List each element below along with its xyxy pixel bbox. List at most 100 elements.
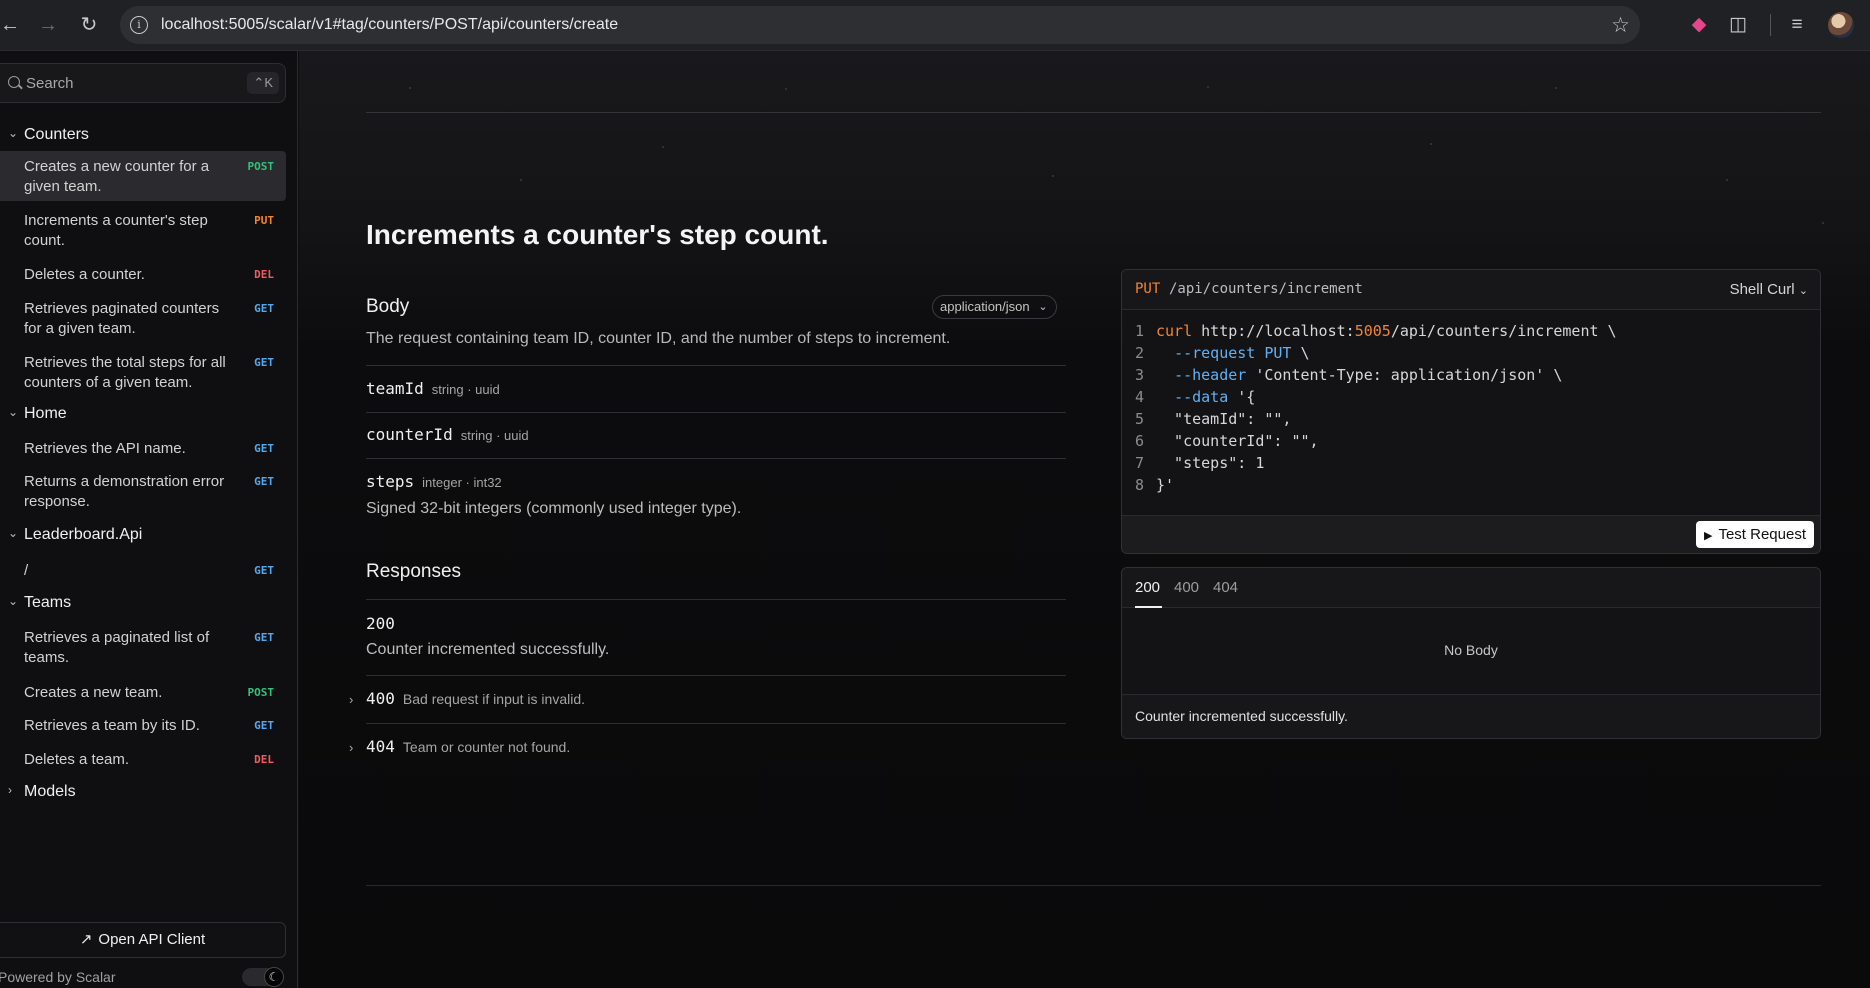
code-block[interactable]: 1 curl http://localhost:5005/api/counters… [1122,320,1820,496]
sidebar-item-label: Deletes a team. [24,751,130,768]
chevron-down-icon: ⌄ [8,526,19,540]
sidebar-item-total-steps[interactable]: Retrieves the total steps for all counte… [0,347,286,397]
divider [366,412,1066,413]
sidebar-item-increment-counter[interactable]: Increments a counter's step count. PUT [0,205,286,255]
code-text: }' [1156,474,1174,496]
url-text[interactable]: localhost:5005/scalar/v1#tag/counters/PO… [161,16,618,34]
method-badge: GET [254,442,274,455]
extensions-puzzle-icon[interactable]: ◫ [1725,12,1751,38]
sidebar-item-label: Retrieves the API name. [24,440,186,457]
param-type: string · uuid [431,382,500,397]
response-footer-text: Counter incremented successfully. [1135,708,1348,724]
sidebar-item-team-by-id[interactable]: Retrieves a team by its ID. GET [0,710,286,742]
reload-icon[interactable]: ↻ [77,13,101,37]
request-card-header: PUT /api/counters/increment Shell Curl ⌄ [1122,270,1820,310]
sidebar-item-create-team[interactable]: Creates a new team. POST [0,677,286,709]
tab-200[interactable]: 200 [1135,579,1160,596]
test-request-button[interactable]: ▶ Test Request [1695,521,1814,548]
divider [366,723,1066,724]
code-token: PUT [1264,344,1292,362]
body-description: The request containing team ID, counter … [366,330,951,347]
decorative-dot [1052,175,1054,177]
method-badge: GET [254,475,274,488]
divider [366,599,1066,600]
search-shortcut-badge: ⌃K [247,72,279,94]
sidebar-item-delete-team[interactable]: Deletes a team. DEL [0,744,286,776]
search-input[interactable]: Search ⌃K [0,63,286,103]
main-content: Increments a counter's step count. Body … [299,51,1870,988]
active-tab-indicator [1135,606,1162,608]
browser-toolbar: ← → ↻ i localhost:5005/scalar/v1#tag/cou… [0,0,1870,51]
code-text: "teamId": "", [1156,408,1291,430]
sidebar-item-root[interactable]: / GET [0,555,286,587]
chevron-down-icon: ⌄ [1038,301,1048,313]
code-text: "steps": 1 [1156,452,1264,474]
response-tabs: 200 400 404 [1122,568,1820,608]
response-code: 404 [366,737,395,756]
code-token: http://localhost: [1192,322,1355,340]
back-arrow-icon[interactable]: ← [0,13,22,37]
sidebar-item-api-name[interactable]: Retrieves the API name. GET [0,433,286,465]
section-divider [366,885,1821,886]
method-badge: GET [254,564,274,577]
tab-400[interactable]: 400 [1174,579,1199,596]
param-row: steps integer · int32 [366,472,502,492]
code-text: "counterId": "", [1156,430,1319,452]
media-queue-icon[interactable]: ≡ [1784,12,1810,38]
sidebar-item-label: Returns a demonstration error response. [24,473,225,510]
code-text: --data '{ [1156,386,1255,408]
sidebar-item-list-teams[interactable]: Retrieves a paginated list of teams. GET [0,622,286,672]
moon-icon: ☾ [264,967,284,987]
line-number: 1 [1135,322,1145,340]
sidebar-item-create-counter[interactable]: Creates a new counter for a given team. … [0,151,286,201]
language-select[interactable]: Shell Curl ⌄ [1730,281,1808,298]
decorative-dot [1555,87,1557,89]
sidebar-item-demo-error[interactable]: Returns a demonstration error response. … [0,466,286,516]
param-description: Signed 32-bit integers (commonly used in… [366,500,742,517]
response-row-400[interactable]: › 400 Bad request if input is invalid. [349,689,585,709]
divider [366,675,1066,676]
sidebar-group-models[interactable]: › Models [0,778,286,806]
param-type: integer · int32 [422,475,502,490]
open-api-client-button[interactable]: ↗ Open API Client [0,922,286,958]
code-text: --request PUT \ [1156,342,1310,364]
chevron-right-icon: › [349,692,354,707]
language-value: Shell Curl [1729,281,1795,298]
site-info-icon[interactable]: i [130,16,148,34]
decorative-dot [409,87,411,89]
decorative-dot [1430,143,1432,145]
param-type: string · uuid [460,428,529,443]
profile-avatar[interactable] [1828,12,1854,38]
sidebar-group-leaderboard-api[interactable]: ⌄ Leaderboard.Api [0,521,286,549]
sidebar-group-teams[interactable]: ⌄ Teams [0,589,286,617]
code-token: \ [1291,344,1310,362]
content-type-select[interactable]: application/json ⌄ [932,295,1057,319]
dark-mode-toggle[interactable]: ☾ [242,967,284,987]
sidebar-group-home[interactable]: ⌄ Home [0,400,286,428]
sidebar-item-delete-counter[interactable]: Deletes a counter. DEL [0,259,286,291]
method-badge: GET [254,719,274,732]
code-token: --data [1174,388,1229,406]
code-token: curl [1156,322,1193,340]
response-row-404[interactable]: › 404 Team or counter not found. [349,737,570,757]
request-card-footer: ▶ Test Request [1122,515,1820,553]
group-title: Home [24,405,67,422]
code-line: 2 --request PUT \ [1122,342,1820,364]
request-example-card: PUT /api/counters/increment Shell Curl ⌄… [1121,269,1821,554]
tab-404[interactable]: 404 [1213,579,1238,596]
color-palette-extension-icon[interactable]: ◆ [1686,12,1712,38]
sidebar-item-paginated-counters[interactable]: Retrieves paginated counters for a given… [0,293,286,343]
method-badge: PUT [254,214,274,227]
response-code: 400 [366,689,395,708]
forward-arrow-icon[interactable]: → [36,13,60,37]
line-number: 6 [1135,432,1145,450]
code-token: }' [1156,476,1175,494]
decorative-dot [1726,179,1728,181]
method-badge: GET [254,631,274,644]
content-type-value: application/json [940,299,1030,314]
address-bar[interactable]: i localhost:5005/scalar/v1#tag/counters/… [120,6,1640,44]
chevron-down-icon: ⌄ [8,405,19,419]
sidebar-group-counters[interactable]: ⌄ Counters [0,121,286,149]
bookmark-star-icon[interactable]: ☆ [1611,13,1630,38]
powered-by-link[interactable]: Powered by Scalar [0,969,116,985]
